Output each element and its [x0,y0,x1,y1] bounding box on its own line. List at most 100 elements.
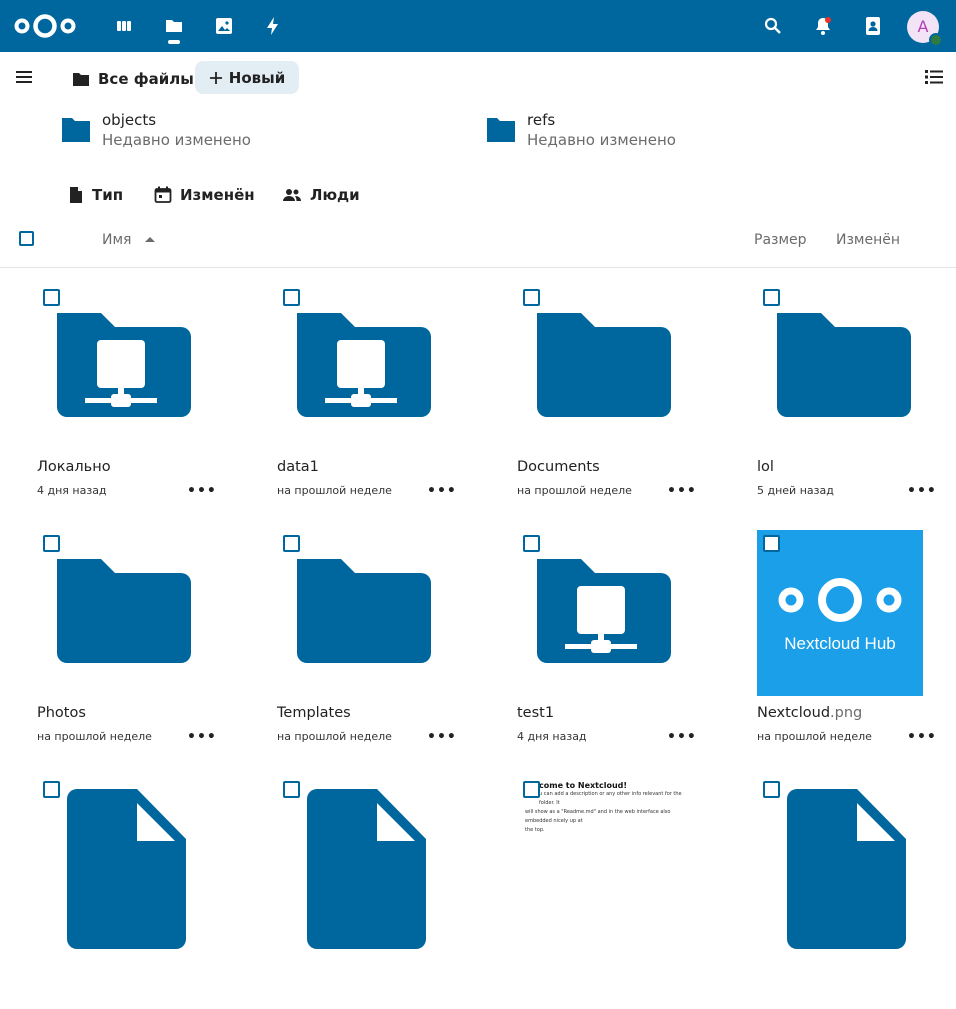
external-storage-folder-icon [297,313,431,417]
nextcloud-logo[interactable] [14,12,76,40]
file-checkbox[interactable] [763,781,780,798]
folder-icon [297,559,431,663]
file-tile-templates[interactable]: Templates на прошлой неделе ••• [277,523,457,763]
contacts-icon[interactable] [861,14,885,38]
file-icon [787,789,906,949]
top-bar: A [0,0,956,52]
calendar-icon [154,186,172,203]
sort-ascending-icon [145,237,155,242]
file-name: Nextcloud.png [757,705,863,721]
photos-icon[interactable] [212,14,236,38]
file-tile-documents[interactable]: Documents на прошлой неделе ••• [517,277,697,517]
file-checkbox[interactable] [523,781,540,798]
file-actions-menu[interactable]: ••• [187,483,217,499]
file-modified: на прошлой неделе [37,730,152,743]
header-divider [0,267,956,268]
recent-folder-subtitle: Недавно изменено [527,131,676,149]
preview-line: will show as a "Readme.md" and in the we… [525,809,671,824]
activity-icon[interactable] [261,14,285,38]
filter-people-button[interactable]: Люди [282,186,360,204]
file-name: Локально [37,459,111,475]
plus-icon [209,71,222,84]
image-thumbnail: Nextcloud Hub [757,530,923,696]
notifications-icon[interactable] [811,14,835,38]
file-actions-menu[interactable]: ••• [427,729,457,745]
file-name: lol [757,459,774,475]
file-checkbox[interactable] [763,535,780,552]
list-view-toggle-icon[interactable] [924,68,944,86]
select-all-checkbox[interactable] [19,231,34,246]
file-actions-menu[interactable]: ••• [907,483,937,499]
people-icon [283,189,301,201]
dashboard-icon[interactable] [112,14,136,38]
active-app-indicator [168,40,180,44]
file-name: Templates [277,705,351,721]
file-type-icon [70,187,82,203]
file-checkbox[interactable] [43,781,60,798]
recent-folder-name: refs [527,111,556,129]
folder-icon [537,313,671,417]
document-preview: come to Nextcloud! u can add a descripti… [525,781,691,941]
file-actions-menu[interactable]: ••• [427,483,457,499]
file-actions-menu[interactable]: ••• [187,729,217,745]
new-button-label: Новый [228,68,286,87]
external-storage-folder-icon [57,313,191,417]
folder-icon [777,313,911,417]
file-tile[interactable] [37,769,217,1009]
recent-folder-objects[interactable]: objects Недавно изменено [62,110,251,150]
file-name: test1 [517,705,555,721]
file-name: Photos [37,705,86,721]
file-checkbox[interactable] [523,535,540,552]
status-online-badge [929,33,943,47]
file-icon [307,789,426,949]
file-checkbox[interactable] [763,289,780,306]
column-modified-header[interactable]: Изменён [836,232,900,248]
folder-icon [62,118,90,142]
file-actions-menu[interactable]: ••• [667,483,697,499]
file-checkbox[interactable] [43,535,60,552]
file-tile[interactable] [757,769,937,1009]
new-button[interactable]: Новый [195,61,299,94]
file-modified: 4 дня назад [517,730,587,743]
file-modified: на прошлой неделе [757,730,872,743]
file-modified: на прошлой неделе [517,484,632,497]
search-icon[interactable] [761,14,785,38]
file-checkbox[interactable] [43,289,60,306]
external-storage-folder-icon [537,559,671,663]
folder-icon [73,73,89,86]
file-tile-photos[interactable]: Photos на прошлой неделе ••• [37,523,217,763]
file-checkbox[interactable] [283,289,300,306]
file-tile-lokalno[interactable]: Локально 4 дня назад ••• [37,277,217,517]
recent-folder-refs[interactable]: refs Недавно изменено [487,110,676,150]
file-tile-readme[interactable]: come to Nextcloud! u can add a descripti… [517,769,697,1009]
navigation-toggle-icon[interactable] [14,68,34,86]
file-actions-menu[interactable]: ••• [667,729,697,745]
file-tile-test1[interactable]: test1 4 дня назад ••• [517,523,697,763]
file-modified: на прошлой неделе [277,730,392,743]
filter-modified-button[interactable]: Изменён [154,186,255,204]
breadcrumb-all-files[interactable]: Все файлы [72,66,194,92]
file-tile-data1[interactable]: data1 на прошлой неделе ••• [277,277,457,517]
thumbnail-caption: Nextcloud Hub [784,634,896,653]
column-size-header[interactable]: Размер [754,232,807,248]
filter-label: Изменён [180,186,255,204]
preview-line: the top. [525,827,545,833]
column-name-header[interactable]: Имя [102,232,131,248]
file-modified: на прошлой неделе [277,484,392,497]
file-tile[interactable] [277,769,457,1009]
file-icon [67,789,186,949]
file-tile-nextcloud-png[interactable]: Nextcloud Hub Nextcloud.png на прошлой н… [757,523,937,763]
preview-title: come to Nextcloud! [539,781,628,790]
nextcloud-logo [778,578,902,622]
folder-icon [57,559,191,663]
file-modified: 4 дня назад [37,484,107,497]
filter-type-button[interactable]: Тип [68,186,123,204]
file-name: data1 [277,459,319,475]
file-actions-menu[interactable]: ••• [907,729,937,745]
file-checkbox[interactable] [283,781,300,798]
file-checkbox[interactable] [523,289,540,306]
filter-label: Люди [310,186,360,204]
file-checkbox[interactable] [283,535,300,552]
file-tile-lol[interactable]: lol 5 дней назад ••• [757,277,937,517]
files-icon[interactable] [162,14,186,38]
